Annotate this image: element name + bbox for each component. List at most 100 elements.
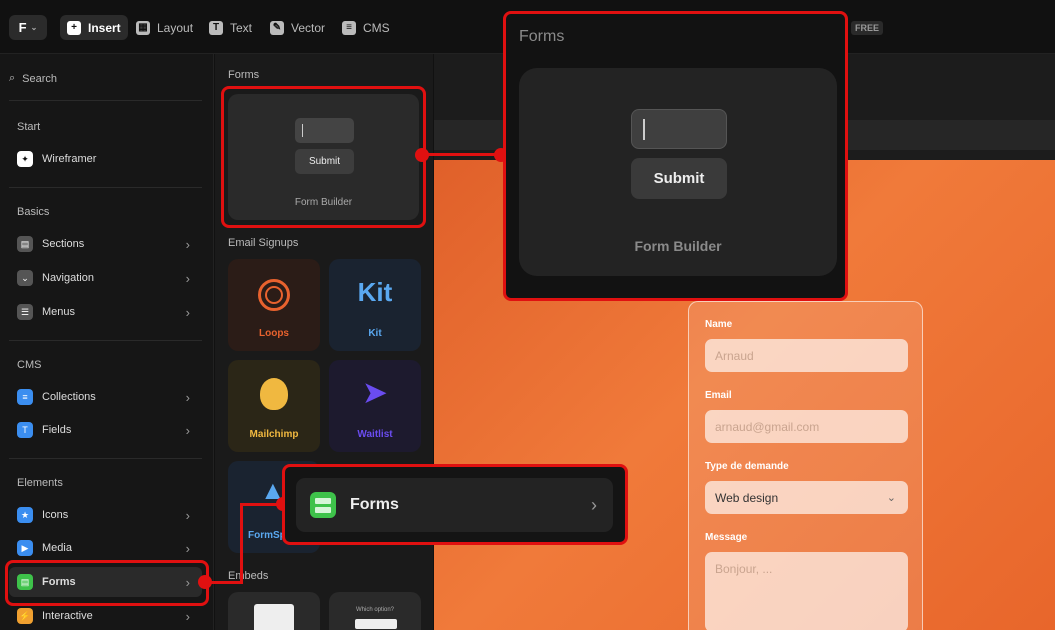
name-field[interactable]: Arnaud [705,339,908,372]
sidebar-item-label: Icons [42,509,69,521]
name-label: Name [705,319,733,330]
chevron-right-icon: › [185,608,190,624]
message-textarea[interactable]: Bonjour, ... [705,552,908,630]
embed-card-2[interactable]: Which option? [329,592,421,630]
database-icon: ≡ [17,389,33,405]
callout-form-builder-card: Submit Form Builder [519,68,837,276]
chevron-right-icon: › [185,422,190,438]
chevron-right-icon: › [185,270,190,286]
sidebar-item-icons[interactable]: ★ Icons › [9,500,202,530]
sidebar-item-collections[interactable]: ≡ Collections › [9,382,202,412]
signup-card-kit[interactable]: Kit Kit [329,259,421,351]
framer-logo-menu-button[interactable]: F ⌄ [9,15,47,40]
forms-item-highlight [5,560,209,606]
vector-pen-icon: ✎ [270,20,284,35]
embed-card-text: Which option? [355,607,395,613]
panel-email-signups-title: Email Signups [228,237,299,249]
panel-forms-title: Forms [228,69,260,81]
callout-text-input [631,109,727,149]
email-field[interactable]: arnaud@gmail.com [705,410,908,443]
chevron-right-icon: › [185,540,190,556]
embed-card-1[interactable] [228,592,320,630]
paper-plane-icon: ➤ [363,377,387,408]
callout-form-builder-label: Form Builder [634,238,722,254]
signup-card-waitlist[interactable]: ➤ Waitlist [329,360,421,452]
sidebar-item-label: Fields [42,424,72,436]
callout-submit-button: Submit [631,158,727,199]
chevron-down-icon: ⌄ [30,23,38,32]
sidebar-item-label: Sections [42,238,85,250]
callout-forms-item: Forms › [296,478,613,532]
search-icon: ⌕ [9,72,16,84]
insert-tool-button[interactable]: + Insert [60,15,128,40]
lightning-icon: ⚡ [17,608,33,624]
mailchimp-logo-icon [260,378,288,410]
framer-logo-icon: F [18,20,27,35]
connector-line [240,504,243,584]
sidebar-item-menus[interactable]: ☰ Menus › [9,297,202,327]
sidebar-item-fields[interactable]: T Fields › [9,415,202,445]
email-label: Email [705,390,732,401]
divider [9,100,202,101]
forms-icon [310,492,336,518]
signup-card-label: Kit [368,328,382,339]
sidebar-item-label: Wireframer [42,153,97,165]
sidebar-item-sections[interactable]: ▤ Sections › [9,229,202,259]
type-select-value: Web design [715,490,779,505]
callout-forms-label: Forms [350,496,399,513]
insert-tool-label: Insert [88,20,121,35]
search-field[interactable]: ⌕ Search [9,72,57,85]
sidebar-item-label: Menus [42,306,76,318]
sidebar-item-label: Collections [42,391,96,403]
cms-tool-button[interactable]: ≡ CMS [335,15,397,40]
insert-sidebar: ⌕ Search Start ✦ Wireframer Basics ▤ Sec… [0,54,214,630]
vector-tool-label: Vector [291,20,326,35]
vector-tool-button[interactable]: ✎ Vector [263,15,332,40]
signup-card-loops[interactable]: Loops [228,259,320,351]
chevron-right-icon: › [185,507,190,523]
sidebar-item-media[interactable]: ▶ Media › [9,533,202,563]
signup-card-label: FormSp [248,530,286,541]
search-label: Search [22,72,58,85]
callout-forms-title: Forms [519,28,565,45]
contact-form-preview[interactable]: Name Arnaud Email arnaud@gmail.com Type … [688,301,923,630]
message-label: Message [705,532,748,543]
sidebar-item-label: Navigation [42,272,94,284]
play-icon: ▶ [17,540,33,556]
embed-preview [355,619,397,629]
free-plan-badge: FREE [851,21,884,35]
layout-tool-button[interactable]: ▦ Layout [129,15,200,40]
sections-icon: ▤ [17,236,33,252]
sidebar-item-label: Interactive [42,610,93,622]
text-field-icon: T [17,422,33,438]
sidebar-item-navigation[interactable]: ⌄ Navigation › [9,263,202,293]
signup-card-label: Mailchimp [249,429,299,440]
chevron-right-icon: › [185,304,190,320]
section-basics-title: Basics [17,206,50,218]
plus-icon: + [67,20,81,35]
signup-card-label: Loops [259,328,289,339]
text-tool-button[interactable]: T Text [202,15,259,40]
section-cms-title: CMS [17,359,42,371]
navigation-icon: ⌄ [17,270,33,286]
connector-line [424,153,501,156]
chevron-right-icon: › [185,236,190,252]
forms-item-zoom-callout: Forms › [282,464,628,545]
database-icon: ≡ [342,20,356,35]
signup-card-label: Waitlist [357,429,393,440]
sidebar-item-label: Media [42,542,72,554]
section-elements-title: Elements [17,477,63,489]
connector-dot [198,575,212,589]
divider [9,340,202,341]
layout-tool-label: Layout [157,20,194,35]
signup-card-mailchimp[interactable]: Mailchimp [228,360,320,452]
menu-icon: ☰ [17,304,33,320]
kit-logo-icon: Kit [357,277,393,307]
forms-zoom-callout: Forms Submit Form Builder [503,11,848,301]
sidebar-item-wireframer[interactable]: ✦ Wireframer [9,144,202,174]
type-select[interactable]: Web design ⌄ [705,481,908,514]
star-icon: ★ [17,507,33,523]
text-tool-label: Text [230,20,253,35]
divider [9,458,202,459]
type-label: Type de demande [705,461,789,472]
